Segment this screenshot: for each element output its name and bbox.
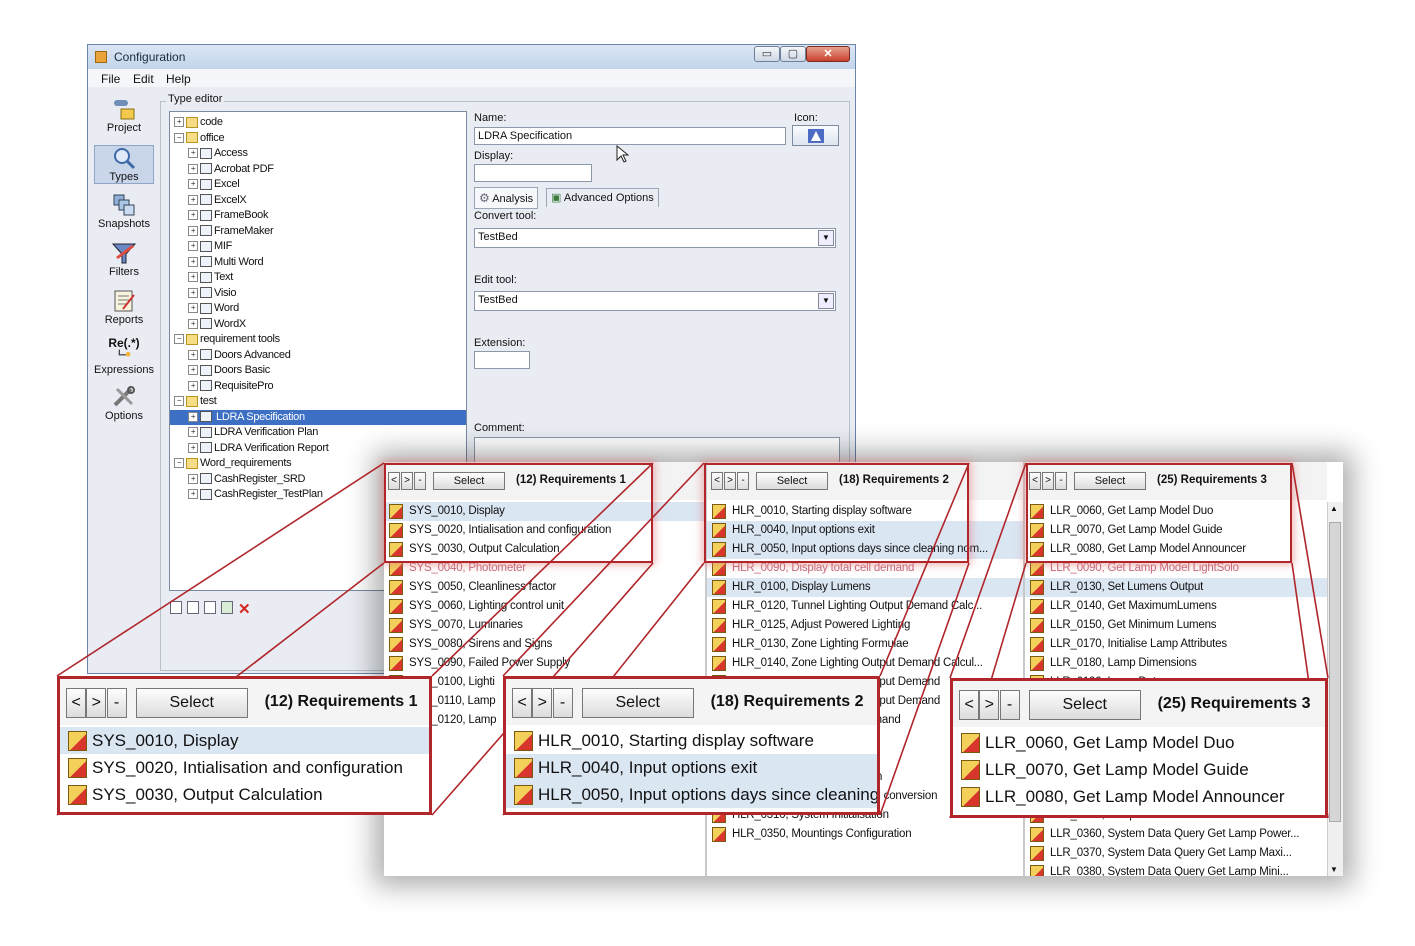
requirement-item[interactable]: SYS_0030, Output Calculation — [60, 781, 429, 808]
requirement-icon — [68, 758, 87, 778]
requirement-label: SYS_0030, Output Calculation — [92, 785, 323, 804]
prev-button[interactable]: < — [959, 690, 980, 720]
column-header: < > - Select (18) Requirements 2 — [506, 679, 877, 725]
column-header: < > - Select (25) Requirements 3 — [953, 681, 1325, 727]
requirement-item[interactable]: LLR_0060, Get Lamp Model Duo — [953, 729, 1325, 756]
next-button[interactable]: > — [532, 688, 553, 718]
column-header: < > - Select (12) Requirements 1 — [60, 679, 429, 725]
callout-requirements-1: < > - Select (12) Requirements 1 SYS_0010, Di… — [57, 676, 432, 815]
collapse-button[interactable]: - — [552, 688, 573, 718]
requirement-label: LLR_0080, Get Lamp Model Announcer — [985, 787, 1285, 806]
next-button[interactable]: > — [979, 690, 1000, 720]
requirement-list: LLR_0060, Get Lamp Model Duo LLR_0070, Ge… — [953, 729, 1325, 810]
requirement-label: SYS_0020, Intialisation and configuratio… — [92, 758, 403, 777]
requirement-item[interactable]: SYS_0020, Intialisation and configuratio… — [60, 754, 429, 781]
callout-requirements-3: < > - Select (25) Requirements 3 LLR_0060, Ge… — [950, 678, 1328, 818]
collapse-button[interactable]: - — [999, 690, 1020, 720]
requirement-item[interactable]: HLR_0050, Input options days since clean… — [506, 781, 877, 808]
requirement-list: SYS_0010, Display SYS_0020, Intialisation… — [60, 727, 429, 808]
prev-button[interactable]: < — [66, 688, 87, 718]
requirement-item[interactable]: SYS_0010, Display — [60, 727, 429, 754]
requirement-list: HLR_0010, Starting display software HLR_0… — [506, 727, 877, 808]
requirement-label: LLR_0060, Get Lamp Model Duo — [985, 733, 1235, 752]
requirement-label: LLR_0070, Get Lamp Model Guide — [985, 760, 1249, 779]
requirement-item[interactable]: LLR_0080, Get Lamp Model Announcer — [953, 783, 1325, 810]
requirement-label: HLR_0040, Input options exit — [538, 758, 758, 777]
requirement-icon — [514, 731, 533, 751]
requirement-icon — [961, 787, 980, 807]
requirement-label: HLR_0050, Input options days since clean… — [538, 785, 880, 804]
select-button[interactable]: Select — [581, 688, 694, 718]
requirement-icon — [68, 731, 87, 751]
collapse-button[interactable]: - — [106, 688, 127, 718]
requirement-label: SYS_0010, Display — [92, 731, 239, 750]
callout-requirements-2: < > - Select (18) Requirements 2 HLR_0010, St… — [503, 676, 880, 815]
requirement-icon — [514, 785, 533, 805]
requirements-count-title: (18) Requirements 2 — [710, 693, 864, 710]
requirement-label: HLR_0010, Starting display software — [538, 731, 814, 750]
next-button[interactable]: > — [86, 688, 107, 718]
requirements-count-title: (25) Requirements 3 — [1157, 695, 1311, 712]
select-button[interactable]: Select — [1028, 690, 1141, 720]
requirement-item[interactable]: LLR_0070, Get Lamp Model Guide — [953, 756, 1325, 783]
prev-button[interactable]: < — [512, 688, 533, 718]
requirements-count-title: (12) Requirements 1 — [264, 693, 418, 710]
select-button[interactable]: Select — [135, 688, 248, 718]
requirement-icon — [961, 733, 980, 753]
requirement-item[interactable]: HLR_0040, Input options exit — [506, 754, 877, 781]
requirement-item[interactable]: HLR_0010, Starting display software — [506, 727, 877, 754]
requirement-icon — [514, 758, 533, 778]
requirement-icon — [68, 785, 87, 805]
requirement-icon — [961, 760, 980, 780]
